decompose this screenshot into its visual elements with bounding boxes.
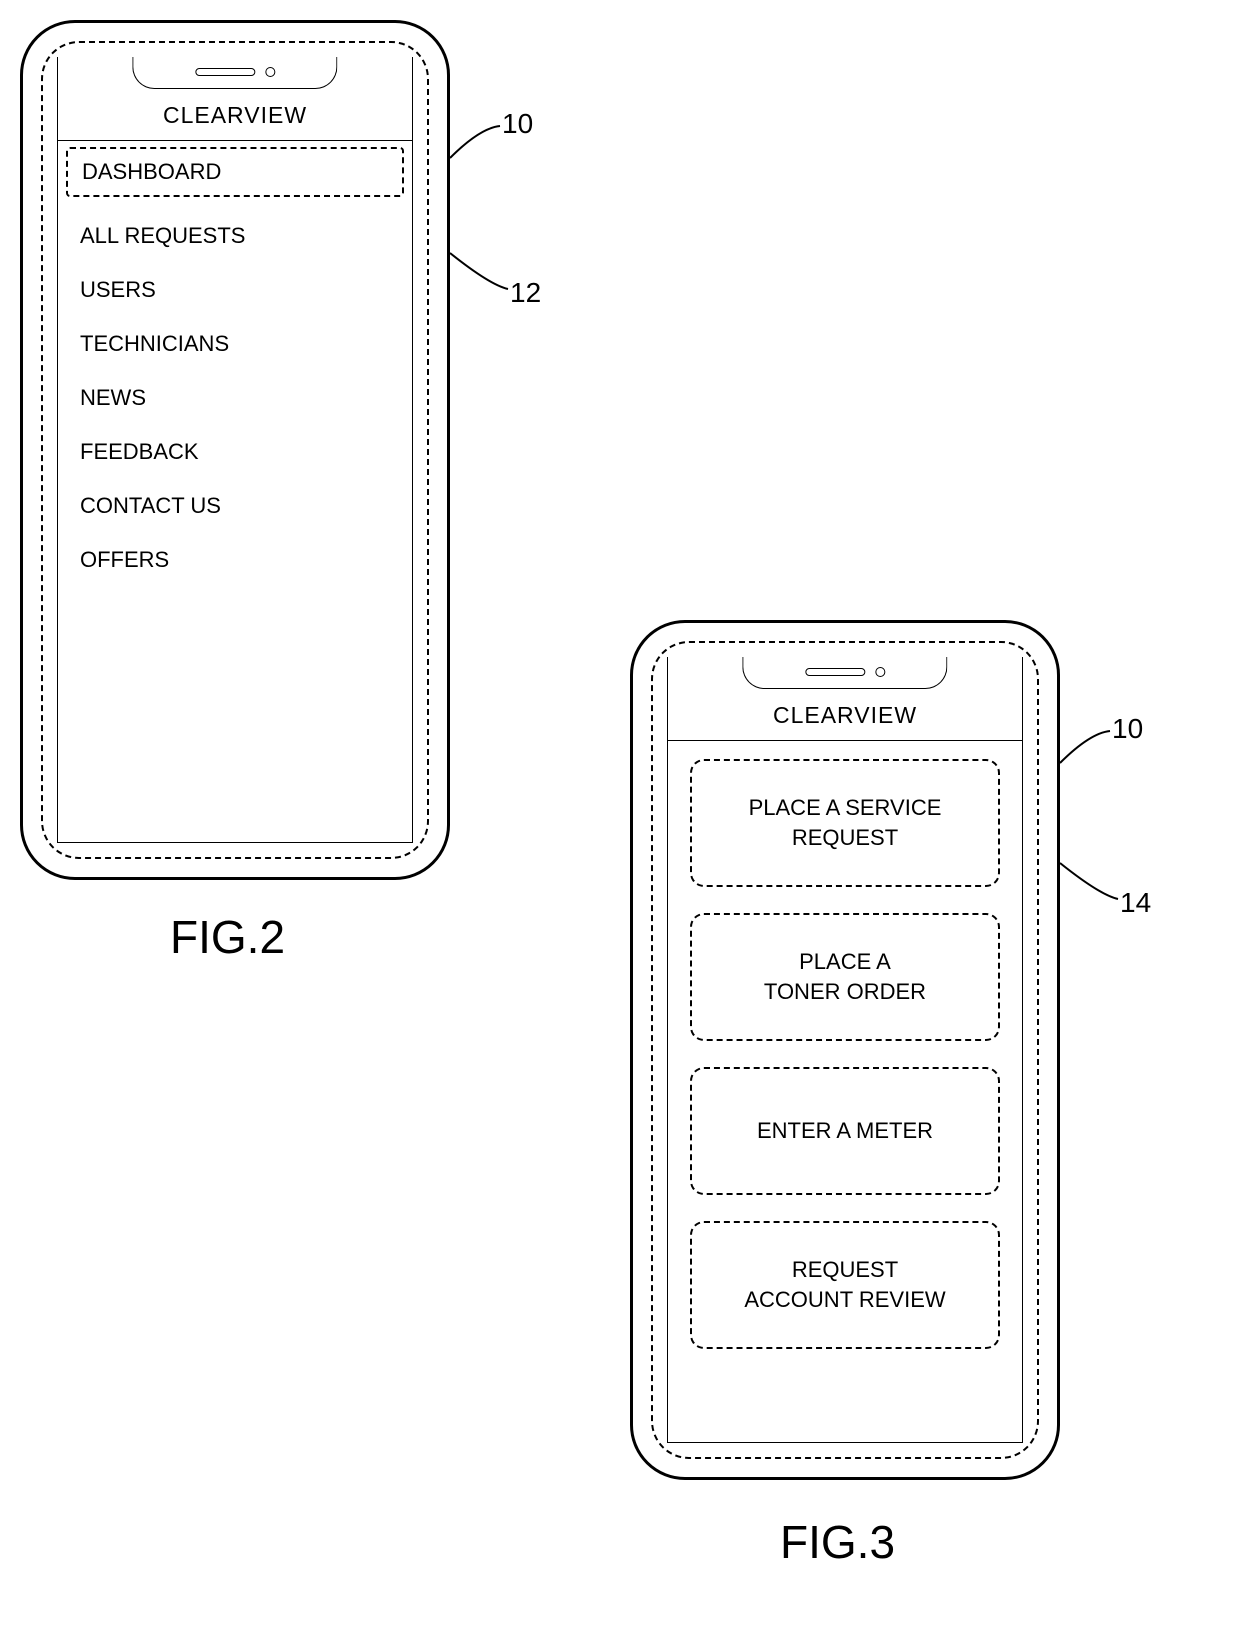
fig3-screen: CLEARVIEW PLACE A SERVICEREQUEST PLACE A… (667, 657, 1023, 1443)
fig3-phone-outer: CLEARVIEW PLACE A SERVICEREQUEST PLACE A… (630, 620, 1060, 1480)
speaker-icon (805, 668, 865, 676)
fig3-caption: FIG.3 (780, 1515, 895, 1569)
fig3-tiles: PLACE A SERVICEREQUEST PLACE ATONER ORDE… (668, 741, 1022, 1367)
menu-item-news[interactable]: NEWS (66, 371, 404, 425)
fig3-phone-inner: CLEARVIEW PLACE A SERVICEREQUEST PLACE A… (651, 641, 1039, 1459)
patent-drawing-page: CLEARVIEW DASHBOARD ALL REQUESTS USERS T… (0, 0, 1240, 1637)
camera-icon (265, 67, 275, 77)
menu-item-users[interactable]: USERS (66, 263, 404, 317)
tile-toner-order[interactable]: PLACE ATONER ORDER (690, 913, 1000, 1041)
menu-item-feedback[interactable]: FEEDBACK (66, 425, 404, 479)
fig2-menu: DASHBOARD ALL REQUESTS USERS TECHNICIANS… (58, 141, 412, 595)
fig3-app-title: CLEARVIEW (668, 691, 1022, 741)
tile-service-request[interactable]: PLACE A SERVICEREQUEST (690, 759, 1000, 887)
menu-item-dashboard[interactable]: DASHBOARD (66, 147, 404, 197)
fig2-screen: CLEARVIEW DASHBOARD ALL REQUESTS USERS T… (57, 57, 413, 843)
tile-enter-meter[interactable]: ENTER A METER (690, 1067, 1000, 1195)
menu-item-offers[interactable]: OFFERS (66, 533, 404, 587)
fig2-phone-outer: CLEARVIEW DASHBOARD ALL REQUESTS USERS T… (20, 20, 450, 880)
fig2-notch (132, 57, 337, 89)
speaker-icon (195, 68, 255, 76)
fig3-notch (742, 657, 947, 689)
fig2-caption: FIG.2 (170, 910, 285, 964)
menu-item-technicians[interactable]: TECHNICIANS (66, 317, 404, 371)
camera-icon (875, 667, 885, 677)
menu-item-all-requests[interactable]: ALL REQUESTS (66, 209, 404, 263)
fig2-app-title: CLEARVIEW (58, 91, 412, 141)
fig2-phone-inner: CLEARVIEW DASHBOARD ALL REQUESTS USERS T… (41, 41, 429, 859)
menu-item-contact-us[interactable]: CONTACT US (66, 479, 404, 533)
tile-account-review[interactable]: REQUESTACCOUNT REVIEW (690, 1221, 1000, 1349)
